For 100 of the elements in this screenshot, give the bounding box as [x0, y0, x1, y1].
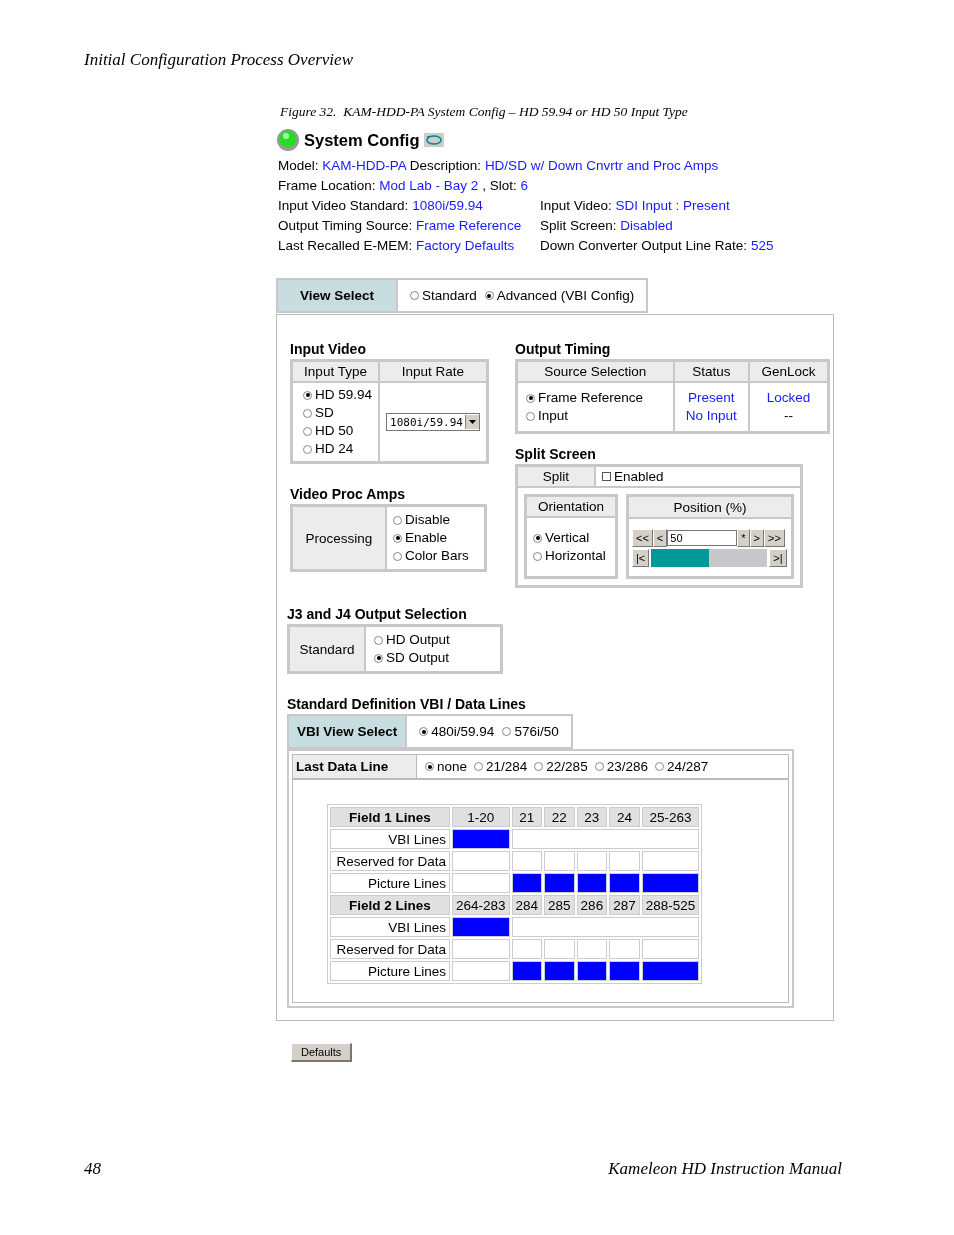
- row-header: Split: [517, 466, 595, 487]
- line-range-header: 287: [609, 895, 640, 915]
- status-led-icon: [276, 128, 300, 152]
- genlock-value: --: [783, 407, 795, 425]
- radio-label: Frame Reference: [538, 389, 644, 407]
- column-header: Source Selection: [517, 361, 674, 382]
- view-select-label: VBI View Select: [289, 716, 408, 747]
- info-label: Output Timing Source:: [278, 218, 413, 233]
- radio-label: HD 24: [315, 440, 354, 458]
- rate-dropdown[interactable]: 1080i/59.94: [386, 413, 480, 431]
- line-range-header: 25-263: [641, 807, 700, 827]
- radio-button[interactable]: [474, 762, 484, 771]
- info-label: Input Video:: [540, 198, 612, 213]
- line-range-header: 286: [576, 895, 608, 915]
- manual-title: Kameleon HD Instruction Manual: [608, 1159, 842, 1179]
- radio-button[interactable]: [303, 444, 312, 454]
- section-title: Split Screen: [515, 446, 597, 462]
- radio-button[interactable]: [303, 408, 312, 418]
- row-header: Processing: [292, 506, 386, 570]
- radio-button[interactable]: [393, 533, 402, 543]
- column-header: Status: [673, 361, 750, 382]
- radio-button[interactable]: [526, 411, 535, 421]
- radio-button[interactable]: [419, 727, 429, 736]
- info-label: Frame Location:: [278, 178, 376, 193]
- info-label: Description:: [409, 158, 482, 173]
- refresh-icon[interactable]: [423, 133, 444, 147]
- line-range-header: 285: [544, 895, 575, 915]
- step-button[interactable]: >|: [769, 548, 787, 567]
- column-header: Input Rate: [379, 361, 487, 382]
- info-label: Split Screen:: [540, 218, 617, 233]
- info-label: Last Recalled E-MEM:: [278, 238, 413, 253]
- step-button[interactable]: <<: [632, 528, 653, 547]
- column-header: Orientation: [526, 496, 616, 517]
- radio-button[interactable]: [374, 653, 383, 663]
- radio-button[interactable]: [484, 291, 494, 300]
- radio-label: 576i/50: [514, 724, 559, 739]
- position-slider[interactable]: [651, 548, 768, 567]
- position-field[interactable]: 50: [667, 529, 738, 546]
- line-range-header: 288-525: [641, 895, 700, 915]
- row-header: Last Data Line: [293, 755, 417, 778]
- column-header: Input Type: [292, 361, 380, 382]
- radio-button[interactable]: [594, 762, 604, 771]
- defaults-button[interactable]: Defaults: [291, 1043, 353, 1062]
- info-value: 6: [520, 178, 528, 193]
- line-range-header: 22: [544, 807, 575, 827]
- radio-label: Enable: [405, 529, 448, 547]
- info-label: Down Converter Output Line Rate:: [540, 238, 748, 253]
- radio-label: Horizontal: [545, 547, 606, 565]
- section-title: J3 and J4 Output Selection: [287, 606, 468, 622]
- info-value: Mod Lab - Bay 2: [379, 178, 479, 193]
- radio-button[interactable]: [393, 551, 402, 561]
- column-header: GenLock: [749, 361, 828, 382]
- info-value: 525: [750, 238, 774, 253]
- radio-label: SD Output: [386, 649, 450, 667]
- radio-button[interactable]: [303, 426, 312, 436]
- radio-button[interactable]: [393, 515, 402, 525]
- radio-button[interactable]: [533, 533, 542, 543]
- radio-button[interactable]: [654, 762, 664, 771]
- section-title: Standard Definition VBI / Data Lines: [287, 696, 527, 712]
- radio-button[interactable]: [410, 291, 420, 300]
- row-label: VBI Lines: [330, 917, 450, 937]
- radio-label: Color Bars: [405, 547, 469, 565]
- step-button[interactable]: |<: [632, 548, 650, 567]
- row-label: Picture Lines: [330, 873, 450, 893]
- section-title: Video Proc Amps: [290, 486, 407, 502]
- row-label: Reserved for Data: [330, 851, 450, 871]
- step-button[interactable]: >>: [764, 528, 785, 547]
- radio-label: 480i/59.94: [431, 724, 495, 739]
- info-value: HD/SD w/ Down Cnvrtr and Proc Amps: [484, 158, 719, 173]
- radio-button[interactable]: [502, 727, 512, 736]
- line-range-header: 24: [609, 807, 640, 827]
- radio-label: Advanced (VBI Config): [496, 288, 635, 303]
- field-header: Field 1 Lines: [330, 807, 450, 827]
- page-title: System Config: [304, 130, 420, 150]
- radio-label: HD 50: [315, 422, 354, 440]
- radio-label: Vertical: [545, 529, 590, 547]
- info-label: , Slot:: [482, 178, 517, 193]
- radio-button[interactable]: [425, 762, 434, 771]
- radio-label: 24/287: [666, 759, 709, 774]
- radio-label: Standard: [422, 288, 477, 303]
- column-header: Position (%): [628, 496, 792, 519]
- radio-label: SD: [315, 404, 334, 422]
- row-label: Reserved for Data: [330, 939, 450, 959]
- figure-caption: Figure 32. KAM-HDD-PA System Config – HD 59.94 or HD 50 Input Type: [280, 104, 689, 120]
- info-value: SDI Input : Present: [615, 198, 730, 213]
- radio-button[interactable]: [533, 551, 542, 561]
- line-range-header: 21: [511, 807, 543, 827]
- section-title: Output Timing: [515, 341, 612, 357]
- radio-label: none: [437, 759, 468, 774]
- radio-label: Disable: [405, 511, 451, 529]
- radio-label: HD Output: [386, 631, 450, 649]
- radio-label: 21/284: [486, 759, 528, 774]
- status-value: Present: [687, 389, 736, 407]
- view-select-label: View Select: [278, 280, 399, 311]
- radio-label: 22/285: [546, 759, 588, 774]
- step-button[interactable]: *: [737, 528, 750, 547]
- radio-button[interactable]: [526, 393, 535, 403]
- radio-button[interactable]: [303, 390, 312, 400]
- radio-button[interactable]: [374, 635, 383, 645]
- radio-button[interactable]: [534, 762, 544, 771]
